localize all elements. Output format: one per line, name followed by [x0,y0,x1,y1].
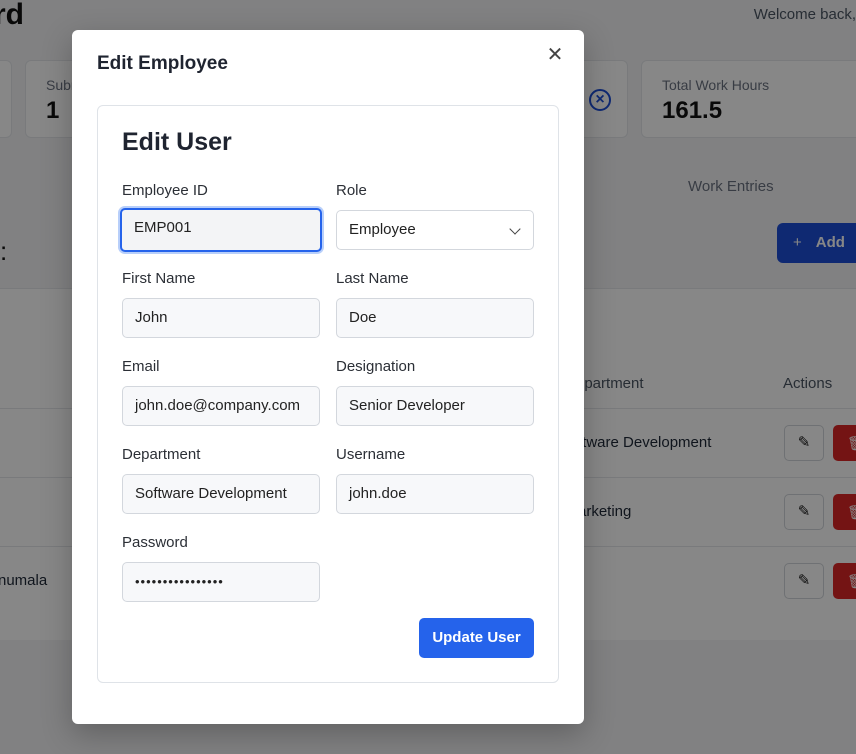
role-select-value: Employee [349,221,416,238]
last-name-input[interactable]: Doe [336,298,534,338]
modal-title: Edit Employee [97,53,228,74]
form-heading: Edit User [122,128,232,156]
password-input[interactable]: •••••••••••••••• [122,562,320,602]
edit-employee-modal: Edit Employee ✕ Edit User Employee ID EM… [72,30,584,724]
designation-input[interactable]: Senior Developer [336,386,534,426]
last-name-label: Last Name [336,270,409,287]
email-input[interactable]: john.doe@company.com [122,386,320,426]
edit-user-form: Edit User Employee ID EMP001 Role Employ… [97,105,559,683]
department-label: Department [122,446,201,463]
username-label: Username [336,446,406,463]
username-input[interactable]: john.doe [336,474,534,514]
employee-id-input[interactable]: EMP001 [120,208,322,252]
first-name-input[interactable]: John [122,298,320,338]
close-icon[interactable]: ✕ [544,44,566,66]
role-select[interactable]: Employee [336,210,534,250]
email-label: Email [122,358,160,375]
department-input[interactable]: Software Development [122,474,320,514]
chevron-down-icon [509,223,521,235]
first-name-label: First Name [122,270,196,287]
password-label: Password [122,534,188,551]
designation-label: Designation [336,358,416,375]
employee-id-label: Employee ID [122,182,208,199]
role-label: Role [336,182,367,199]
update-user-button[interactable]: Update User [419,618,534,658]
